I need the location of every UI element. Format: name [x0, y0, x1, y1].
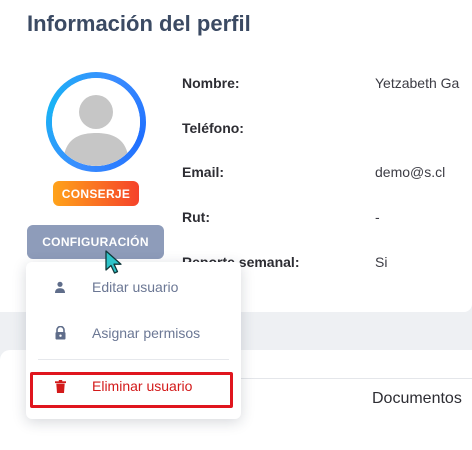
field-value-rut: - — [375, 209, 380, 225]
configuration-dropdown-menu: Editar usuario Asignar permisos Eliminar… — [26, 262, 241, 419]
menu-item-label: Editar usuario — [92, 279, 179, 295]
menu-item-label: Asignar permisos — [92, 325, 201, 341]
menu-item-editar-usuario[interactable]: Editar usuario — [26, 267, 241, 307]
tab-documentos[interactable]: Documentos — [372, 390, 462, 408]
field-label-telefono: Teléfono: — [182, 120, 244, 136]
field-value-reporte-semanal: Si — [375, 254, 388, 270]
selection-highlight — [30, 372, 233, 408]
field-label-email: Email: — [182, 164, 225, 180]
field-label-rut: Rut: — [182, 209, 210, 225]
user-placeholder-icon — [52, 78, 140, 166]
field-value-nombre: Yetzabeth Ga — [375, 75, 460, 91]
menu-item-asignar-permisos[interactable]: Asignar permisos — [26, 313, 241, 353]
menu-divider — [38, 359, 229, 360]
configuration-button[interactable]: CONFIGURACIÓN — [27, 225, 164, 259]
tabs-divider — [215, 378, 472, 379]
mouse-cursor-icon — [105, 250, 122, 274]
field-label-nombre: Nombre: — [182, 75, 240, 91]
lock-icon — [53, 326, 67, 340]
field-value-email: demo@s.cl — [375, 164, 446, 180]
role-badge: CONSERJE — [53, 181, 139, 206]
avatar — [46, 72, 146, 172]
user-icon — [53, 280, 67, 294]
page-title: Información del perfil — [27, 11, 251, 36]
